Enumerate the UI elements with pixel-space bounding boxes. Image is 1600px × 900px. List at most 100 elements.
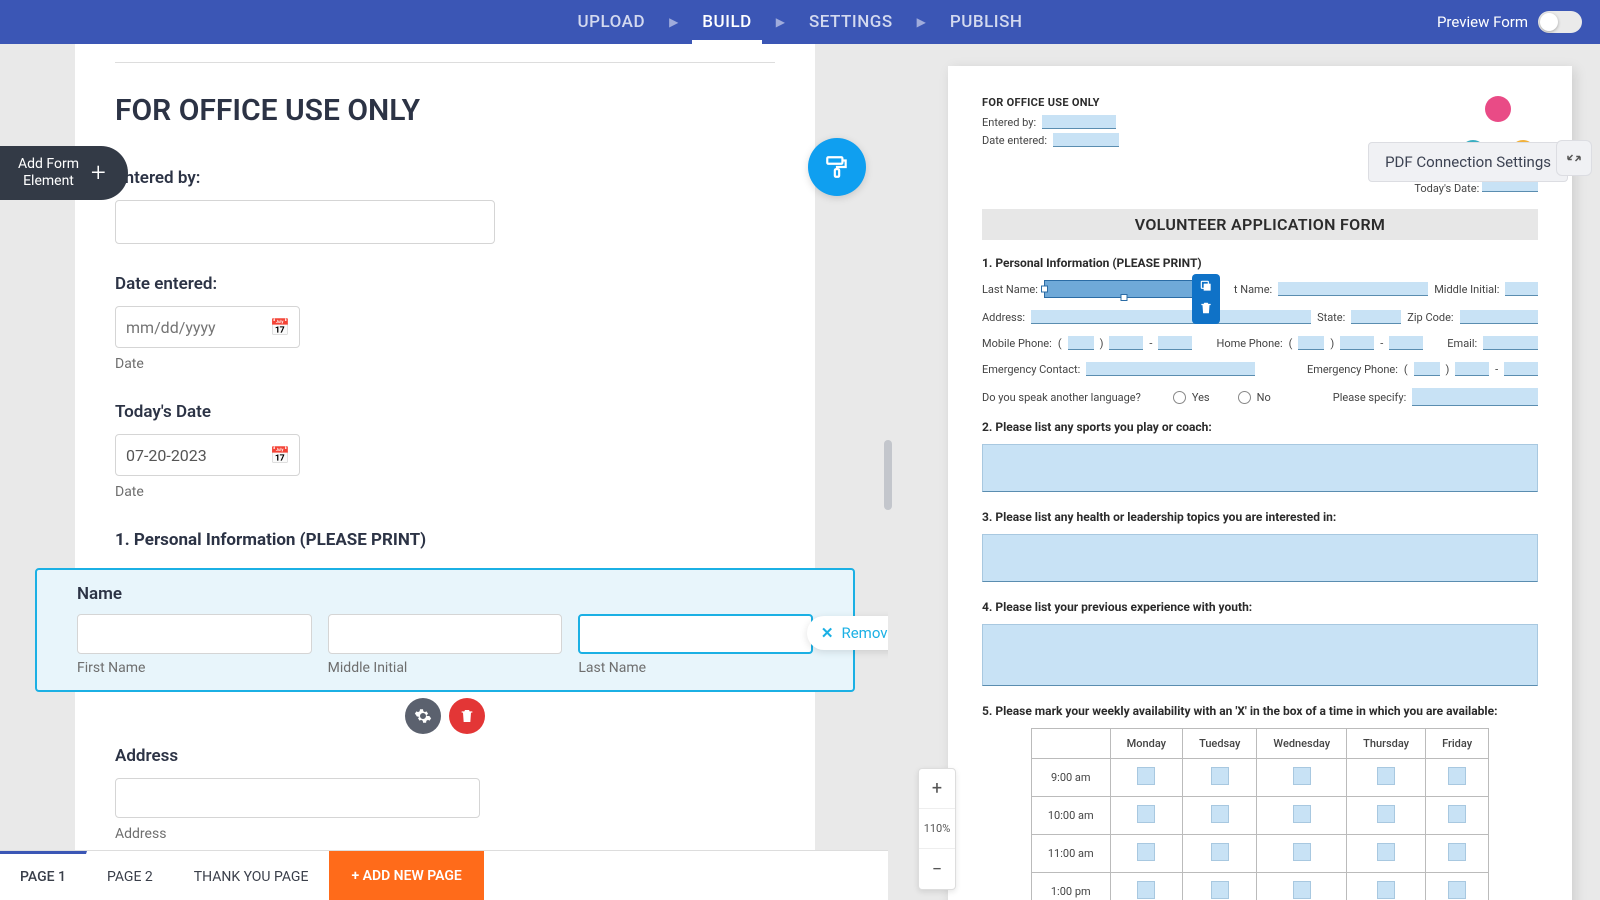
zoom-level: 110% xyxy=(919,809,955,849)
check-cell[interactable] xyxy=(1377,881,1395,899)
middle-initial-sublabel: Middle Initial xyxy=(328,660,563,676)
add-form-element-button[interactable]: Add Form Element + xyxy=(0,146,128,200)
pdf-radio-no[interactable] xyxy=(1238,391,1251,404)
pdf-connection-settings-button[interactable]: PDF Connection Settings xyxy=(1368,142,1568,182)
check-cell[interactable] xyxy=(1211,881,1229,899)
remove-from-pdf-button[interactable]: ✕ Remove from xyxy=(807,616,888,650)
check-cell[interactable] xyxy=(1211,843,1229,861)
todays-date-field[interactable]: Today's Date 📅 Date xyxy=(115,402,775,500)
pdf-textarea[interactable] xyxy=(982,534,1538,582)
preview-switch[interactable] xyxy=(1538,11,1582,33)
page-tab-2[interactable]: PAGE 2 xyxy=(87,851,174,900)
nav-tab-build[interactable]: BUILD xyxy=(692,0,761,44)
day-header: Thursday xyxy=(1347,729,1426,759)
chevron-right-icon: ▶ xyxy=(762,15,799,29)
check-cell[interactable] xyxy=(1448,843,1466,861)
check-cell[interactable] xyxy=(1377,767,1395,785)
panel-resize-handle[interactable] xyxy=(884,440,892,510)
pdf-blank[interactable] xyxy=(1351,310,1401,324)
section-1-heading: 1. Personal Information (PLEASE PRINT) xyxy=(115,530,775,550)
first-name-input[interactable] xyxy=(77,614,312,654)
pdf-blank[interactable] xyxy=(1414,362,1440,376)
check-cell[interactable] xyxy=(1211,767,1229,785)
check-cell[interactable] xyxy=(1211,805,1229,823)
check-cell[interactable] xyxy=(1137,843,1155,861)
day-header: Wednesday xyxy=(1257,729,1347,759)
check-cell[interactable] xyxy=(1293,767,1311,785)
add-new-page-button[interactable]: + ADD NEW PAGE xyxy=(329,851,483,900)
pdf-blank[interactable] xyxy=(1483,336,1538,350)
pdf-blank[interactable] xyxy=(1412,388,1538,406)
page-tab-1[interactable]: PAGE 1 xyxy=(0,851,87,900)
address-input[interactable] xyxy=(115,778,480,818)
pdf-field-toolbar xyxy=(1192,274,1220,324)
remove-label: Remove from xyxy=(841,624,888,642)
entered-by-field[interactable]: Entered by: xyxy=(115,168,775,244)
entered-by-input[interactable] xyxy=(115,200,495,244)
check-cell[interactable] xyxy=(1293,881,1311,899)
zoom-in-button[interactable]: + xyxy=(919,769,955,809)
pdf-textarea[interactable] xyxy=(982,444,1538,492)
pdf-sec3: 3. Please list any health or leadership … xyxy=(982,510,1538,524)
field-settings-button[interactable] xyxy=(405,698,441,734)
date-entered-field[interactable]: Date entered: 📅 Date xyxy=(115,274,775,372)
name-field-block[interactable]: Name First Name Middle Initial Last Name xyxy=(35,568,855,692)
pdf-blank[interactable] xyxy=(1340,336,1374,350)
calendar-icon[interactable]: 📅 xyxy=(270,446,290,465)
middle-initial-input[interactable] xyxy=(328,614,563,654)
pdf-last-name-label: Last Name: xyxy=(982,283,1038,296)
page-tabs-footer: PAGE 1 PAGE 2 THANK YOU PAGE + ADD NEW P… xyxy=(0,850,888,900)
nav-tab-publish[interactable]: PUBLISH xyxy=(940,0,1033,44)
check-cell[interactable] xyxy=(1448,805,1466,823)
pdf-radio-yes[interactable] xyxy=(1173,391,1186,404)
page-tab-thankyou[interactable]: THANK YOU PAGE xyxy=(174,851,330,900)
pdf-blank[interactable] xyxy=(1389,336,1423,350)
pdf-blank[interactable] xyxy=(1505,282,1538,296)
pdf-blank[interactable] xyxy=(1460,310,1538,324)
pdf-email-label: Email: xyxy=(1447,337,1477,350)
last-name-sublabel: Last Name xyxy=(578,660,813,676)
last-name-input[interactable] xyxy=(578,614,813,654)
pdf-blank[interactable] xyxy=(1504,362,1538,376)
check-cell[interactable] xyxy=(1137,767,1155,785)
calendar-icon[interactable]: 📅 xyxy=(270,318,290,337)
trash-icon[interactable] xyxy=(1199,301,1213,319)
last-name-col: Last Name xyxy=(578,614,813,676)
check-cell[interactable] xyxy=(1448,881,1466,899)
collapse-panel-button[interactable] xyxy=(1556,140,1592,176)
pdf-blank[interactable] xyxy=(1455,362,1489,376)
pdf-sec5: 5. Please mark your weekly availability … xyxy=(982,704,1538,718)
pdf-blank[interactable] xyxy=(1086,362,1255,376)
nav-tab-upload[interactable]: UPLOAD xyxy=(568,0,656,44)
switch-knob xyxy=(1540,13,1558,31)
pdf-textarea[interactable] xyxy=(982,624,1538,686)
check-cell[interactable] xyxy=(1137,805,1155,823)
pdf-blank[interactable] xyxy=(1158,336,1192,350)
gear-icon xyxy=(414,707,432,725)
pdf-middle-initial-label: Middle Initial: xyxy=(1434,283,1499,296)
check-cell[interactable] xyxy=(1137,881,1155,899)
check-cell[interactable] xyxy=(1293,805,1311,823)
check-cell[interactable] xyxy=(1293,843,1311,861)
check-cell[interactable] xyxy=(1448,767,1466,785)
pdf-page[interactable]: FOR OFFICE USE ONLY Entered by: Date ent… xyxy=(948,66,1572,900)
nav-tab-settings[interactable]: SETTINGS xyxy=(799,0,903,44)
check-cell[interactable] xyxy=(1377,805,1395,823)
pdf-emerg-phone-label: Emergency Phone: xyxy=(1307,363,1398,376)
pdf-selected-last-name-field[interactable] xyxy=(1044,280,1204,298)
pdf-blank[interactable] xyxy=(1298,336,1324,350)
pdf-no-label: No xyxy=(1257,391,1271,404)
copy-icon[interactable] xyxy=(1199,279,1213,297)
availability-table: Monday Tuedsay Wednesday Thursday Friday… xyxy=(1031,728,1489,900)
pdf-blank[interactable] xyxy=(1109,336,1143,350)
zoom-out-button[interactable]: − xyxy=(919,849,955,889)
pdf-preview-panel: PDF Connection Settings FOR OFFICE USE O… xyxy=(888,44,1600,900)
form-designer-button[interactable] xyxy=(808,138,866,196)
field-delete-button[interactable] xyxy=(449,698,485,734)
pdf-blank[interactable] xyxy=(1278,282,1428,296)
office-use-heading: FOR OFFICE USE ONLY xyxy=(115,93,775,128)
pdf-blank[interactable] xyxy=(1068,336,1094,350)
collapse-icon xyxy=(1565,149,1583,167)
check-cell[interactable] xyxy=(1377,843,1395,861)
pdf-blank[interactable] xyxy=(1031,310,1311,324)
